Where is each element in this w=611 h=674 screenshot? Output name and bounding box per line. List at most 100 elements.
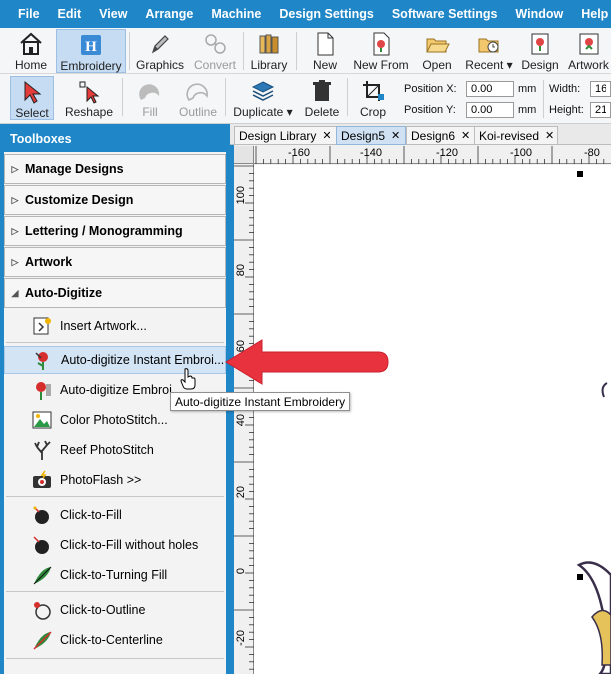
- document-tabs: Design Library ✕ Design5 ✕ Design6 ✕ Koi-re…: [230, 124, 611, 145]
- tool-insert-artwork[interactable]: Insert Artwork...: [4, 312, 226, 340]
- divider: [6, 658, 224, 659]
- home-icon: [18, 31, 44, 57]
- section-lettering[interactable]: ▷ Lettering / Monogramming: [4, 216, 226, 246]
- trash-icon: [309, 78, 335, 104]
- section-label: Auto-Digitize: [25, 286, 103, 300]
- expand-triangle-icon: ▷: [11, 194, 19, 205]
- reshape-icon: [76, 78, 102, 104]
- tool-label: PhotoFlash >>: [60, 473, 142, 487]
- convert-button[interactable]: Convert: [190, 29, 240, 73]
- design-label: Design: [521, 58, 559, 72]
- duplicate-label: Duplicate ▾: [233, 105, 293, 119]
- ruler-left: 100 80 60 40 20 0 -20: [234, 164, 254, 674]
- leaf-icon: [30, 563, 54, 587]
- new-from-button[interactable]: New From: [350, 29, 412, 73]
- tool-label: Click-to-Turning Fill: [60, 568, 168, 582]
- section-label: Manage Designs: [25, 162, 124, 176]
- tab-design5[interactable]: Design5 ✕: [336, 126, 406, 145]
- delete-label: Delete: [304, 105, 340, 119]
- ruler-left-label: 20: [235, 486, 247, 499]
- home-button[interactable]: Home: [8, 29, 54, 73]
- collapse-triangle-icon: ◢: [11, 287, 19, 298]
- section-manage-designs[interactable]: ▷ Manage Designs: [4, 154, 226, 184]
- fill-icon: [137, 78, 163, 104]
- width-input[interactable]: [590, 81, 611, 97]
- separator: [122, 78, 123, 116]
- menu-help[interactable]: Help: [572, 0, 611, 28]
- tab-design-library[interactable]: Design Library ✕: [234, 126, 338, 145]
- click-to-fill-icon: [30, 533, 54, 557]
- menu-file[interactable]: File: [0, 0, 49, 28]
- tool-click-to-outline[interactable]: Click-to-Outline: [4, 596, 226, 624]
- select-button[interactable]: Select: [10, 76, 54, 120]
- delete-button[interactable]: Delete: [300, 76, 344, 120]
- section-label: Artwork: [25, 255, 73, 269]
- menu-window[interactable]: Window: [506, 0, 572, 28]
- tool-label: Click-to-Fill: [60, 508, 122, 522]
- section-artwork[interactable]: ▷ Artwork: [4, 247, 226, 277]
- artwork-button[interactable]: Artwork: [566, 29, 611, 73]
- close-icon[interactable]: ✕: [391, 129, 400, 142]
- tool-click-to-centerline[interactable]: Click-to-Centerline: [4, 626, 226, 654]
- section-label: Customize Design: [25, 193, 134, 207]
- tab-label: Design5: [341, 128, 386, 143]
- ruler-top: -160 -140 -120 -100 -80: [254, 146, 611, 164]
- menu-edit[interactable]: Edit: [49, 0, 91, 28]
- graphics-button[interactable]: Graphics: [134, 29, 186, 73]
- recent-button[interactable]: Recent ▾: [462, 29, 516, 73]
- section-label: Lettering / Monogramming: [25, 224, 183, 238]
- open-label: Open: [422, 58, 452, 72]
- tool-label: Reef PhotoStitch: [60, 443, 154, 457]
- camera-flash-icon: [30, 468, 54, 492]
- divider: [6, 496, 224, 497]
- tool-photoflash[interactable]: PhotoFlash >>: [4, 466, 226, 494]
- embroidery-button[interactable]: H Embroidery: [56, 29, 126, 73]
- open-button[interactable]: Open: [416, 29, 458, 73]
- tool-reef-photostitch[interactable]: Reef PhotoStitch: [4, 436, 226, 464]
- duplicate-button[interactable]: Duplicate ▾: [230, 76, 296, 120]
- convert-label: Convert: [193, 58, 237, 72]
- library-button[interactable]: Library: [247, 29, 291, 73]
- embroidery-icon: H: [78, 32, 104, 58]
- position-x-label: Position X:: [404, 83, 457, 95]
- toolbox-body: ▷ Manage Designs ▷ Customize Design ▷ Lette…: [4, 152, 226, 674]
- tab-koi-revised[interactable]: Koi-revised ✕: [474, 126, 558, 145]
- ruler-left-label: 80: [235, 264, 247, 277]
- separator: [543, 80, 544, 118]
- crop-button[interactable]: Crop: [350, 76, 396, 120]
- tool-click-to-fill-without-holes[interactable]: Click-to-Fill without holes: [4, 531, 226, 559]
- menu-software-settings[interactable]: Software Settings: [383, 0, 507, 28]
- menu-design-settings[interactable]: Design Settings: [270, 0, 382, 28]
- new-label: New: [312, 58, 337, 72]
- new-button[interactable]: New: [302, 29, 348, 73]
- menu-machine[interactable]: Machine: [202, 0, 270, 28]
- design-canvas[interactable]: [254, 165, 611, 674]
- height-label: Height:: [549, 104, 584, 116]
- tab-label: Design Library: [239, 128, 317, 143]
- design-button[interactable]: Design: [518, 29, 562, 73]
- tab-design6[interactable]: Design6 ✕: [406, 126, 476, 145]
- menu-arrange[interactable]: Arrange: [136, 0, 202, 28]
- close-icon[interactable]: ✕: [545, 129, 554, 142]
- close-icon[interactable]: ✕: [461, 129, 470, 142]
- position-x-input[interactable]: [466, 81, 514, 97]
- reef-icon: [30, 438, 54, 462]
- reshape-button[interactable]: Reshape: [64, 76, 114, 120]
- height-input[interactable]: [590, 102, 611, 118]
- close-icon[interactable]: ✕: [322, 129, 331, 142]
- ruler-top-label: -80: [584, 147, 600, 159]
- recent-folder-icon: [476, 31, 502, 57]
- ruler-left-label: -20: [235, 630, 247, 646]
- tool-label: Auto-digitize Instant Embroi...: [61, 353, 225, 367]
- position-y-input[interactable]: [466, 102, 514, 118]
- section-auto-digitize[interactable]: ◢ Auto-Digitize: [4, 278, 226, 308]
- fill-button[interactable]: Fill: [128, 76, 172, 120]
- section-customize-design[interactable]: ▷ Customize Design: [4, 185, 226, 215]
- tool-label: Color PhotoStitch...: [60, 413, 168, 427]
- menu-view[interactable]: View: [90, 0, 136, 28]
- outline-button[interactable]: Outline: [174, 76, 222, 120]
- select-label: Select: [15, 106, 49, 120]
- toolbox-title: Toolboxes: [10, 132, 72, 146]
- tool-click-to-fill[interactable]: Click-to-Fill: [4, 501, 226, 529]
- tool-click-to-turning-fill[interactable]: Click-to-Turning Fill: [4, 561, 226, 589]
